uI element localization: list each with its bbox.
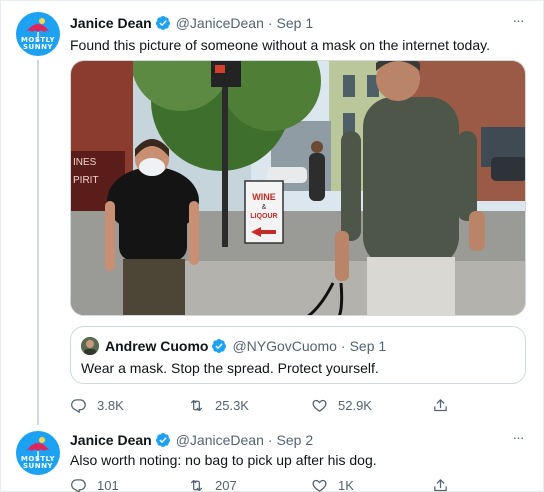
quoted-display-name[interactable]: Andrew Cuomo bbox=[105, 338, 208, 354]
like-button[interactable]: 52.9K bbox=[311, 395, 372, 415]
store-sign-line-2: PIRIT bbox=[73, 175, 99, 186]
retweet-icon bbox=[190, 479, 203, 491]
reply-count: 101 bbox=[97, 477, 119, 492]
tweet-actions: 101 207 1K bbox=[70, 475, 526, 492]
timestamp[interactable]: Sep 1 bbox=[277, 15, 314, 31]
sign-line-1: WINE bbox=[252, 192, 276, 202]
like-count: 1K bbox=[338, 477, 354, 492]
retweet-icon bbox=[190, 399, 203, 411]
share-icon bbox=[434, 478, 447, 491]
sign-line-3: LIQOUR bbox=[250, 213, 277, 220]
tweet-photo[interactable]: INES PIRIT WINE & LIQOUR bbox=[70, 60, 526, 316]
quoted-timestamp[interactable]: Sep 1 bbox=[350, 338, 387, 354]
quoted-tweet[interactable]: Andrew Cuomo @NYGovCuomo · Sep 1 Wear a … bbox=[70, 326, 526, 384]
separator: · bbox=[267, 15, 273, 31]
separator: · bbox=[267, 432, 273, 448]
reply-icon bbox=[71, 398, 86, 413]
reply-count: 3.8K bbox=[97, 397, 124, 413]
sign-line-2: & bbox=[262, 204, 267, 211]
avatar-label: MOSTLY SUNNY bbox=[20, 455, 56, 470]
quoted-text: Wear a mask. Stop the spread. Protect yo… bbox=[81, 360, 379, 376]
avatar-label: MOSTLY SUNNY bbox=[20, 36, 56, 51]
handle[interactable]: @JaniceDean bbox=[176, 432, 264, 448]
tweet-text: Also worth noting: no bag to pick up aft… bbox=[70, 452, 377, 468]
like-icon bbox=[312, 479, 327, 492]
share-button[interactable] bbox=[432, 395, 459, 415]
reply-button[interactable]: 101 bbox=[70, 475, 119, 492]
reply-button[interactable]: 3.8K bbox=[70, 395, 124, 415]
store-sign-line-1: INES bbox=[73, 157, 97, 168]
separator: · bbox=[340, 338, 346, 354]
quoted-header: Andrew Cuomo @NYGovCuomo · Sep 1 bbox=[105, 337, 386, 355]
person-icon bbox=[81, 337, 99, 355]
like-icon bbox=[312, 399, 327, 412]
share-icon bbox=[434, 398, 447, 411]
quoted-avatar[interactable] bbox=[81, 337, 99, 355]
verified-badge-icon bbox=[155, 16, 170, 30]
retweet-count: 25.3K bbox=[215, 397, 249, 413]
retweet-button[interactable]: 25.3K bbox=[188, 395, 249, 415]
tweet-actions: 3.8K 25.3K 52.9K bbox=[70, 395, 526, 415]
avatar[interactable]: MOSTLY SUNNY bbox=[16, 431, 60, 475]
street-photo-illustration: INES PIRIT WINE & LIQOUR bbox=[71, 61, 525, 315]
tweet-text: Found this picture of someone without a … bbox=[70, 37, 490, 53]
retweet-button[interactable]: 207 bbox=[188, 475, 237, 492]
like-button[interactable]: 1K bbox=[311, 475, 354, 492]
timestamp[interactable]: Sep 2 bbox=[277, 432, 314, 448]
reply-icon bbox=[71, 478, 86, 492]
quoted-handle[interactable]: @NYGovCuomo bbox=[232, 338, 336, 354]
thread-connector bbox=[37, 60, 39, 425]
more-icon[interactable]: ··· bbox=[508, 430, 528, 446]
more-icon[interactable]: ··· bbox=[508, 13, 528, 29]
tweet-header: Janice Dean @JaniceDean · Sep 1 bbox=[70, 14, 313, 32]
share-button[interactable] bbox=[432, 475, 459, 492]
display-name[interactable]: Janice Dean bbox=[70, 432, 152, 448]
verified-badge-icon bbox=[212, 339, 227, 353]
handle[interactable]: @JaniceDean bbox=[176, 15, 264, 31]
display-name[interactable]: Janice Dean bbox=[70, 15, 152, 31]
verified-badge-icon bbox=[155, 433, 170, 447]
tweet-header: Janice Dean @JaniceDean · Sep 2 bbox=[70, 431, 313, 449]
avatar[interactable]: MOSTLY SUNNY bbox=[16, 12, 60, 56]
retweet-count: 207 bbox=[215, 477, 237, 492]
like-count: 52.9K bbox=[338, 397, 372, 413]
